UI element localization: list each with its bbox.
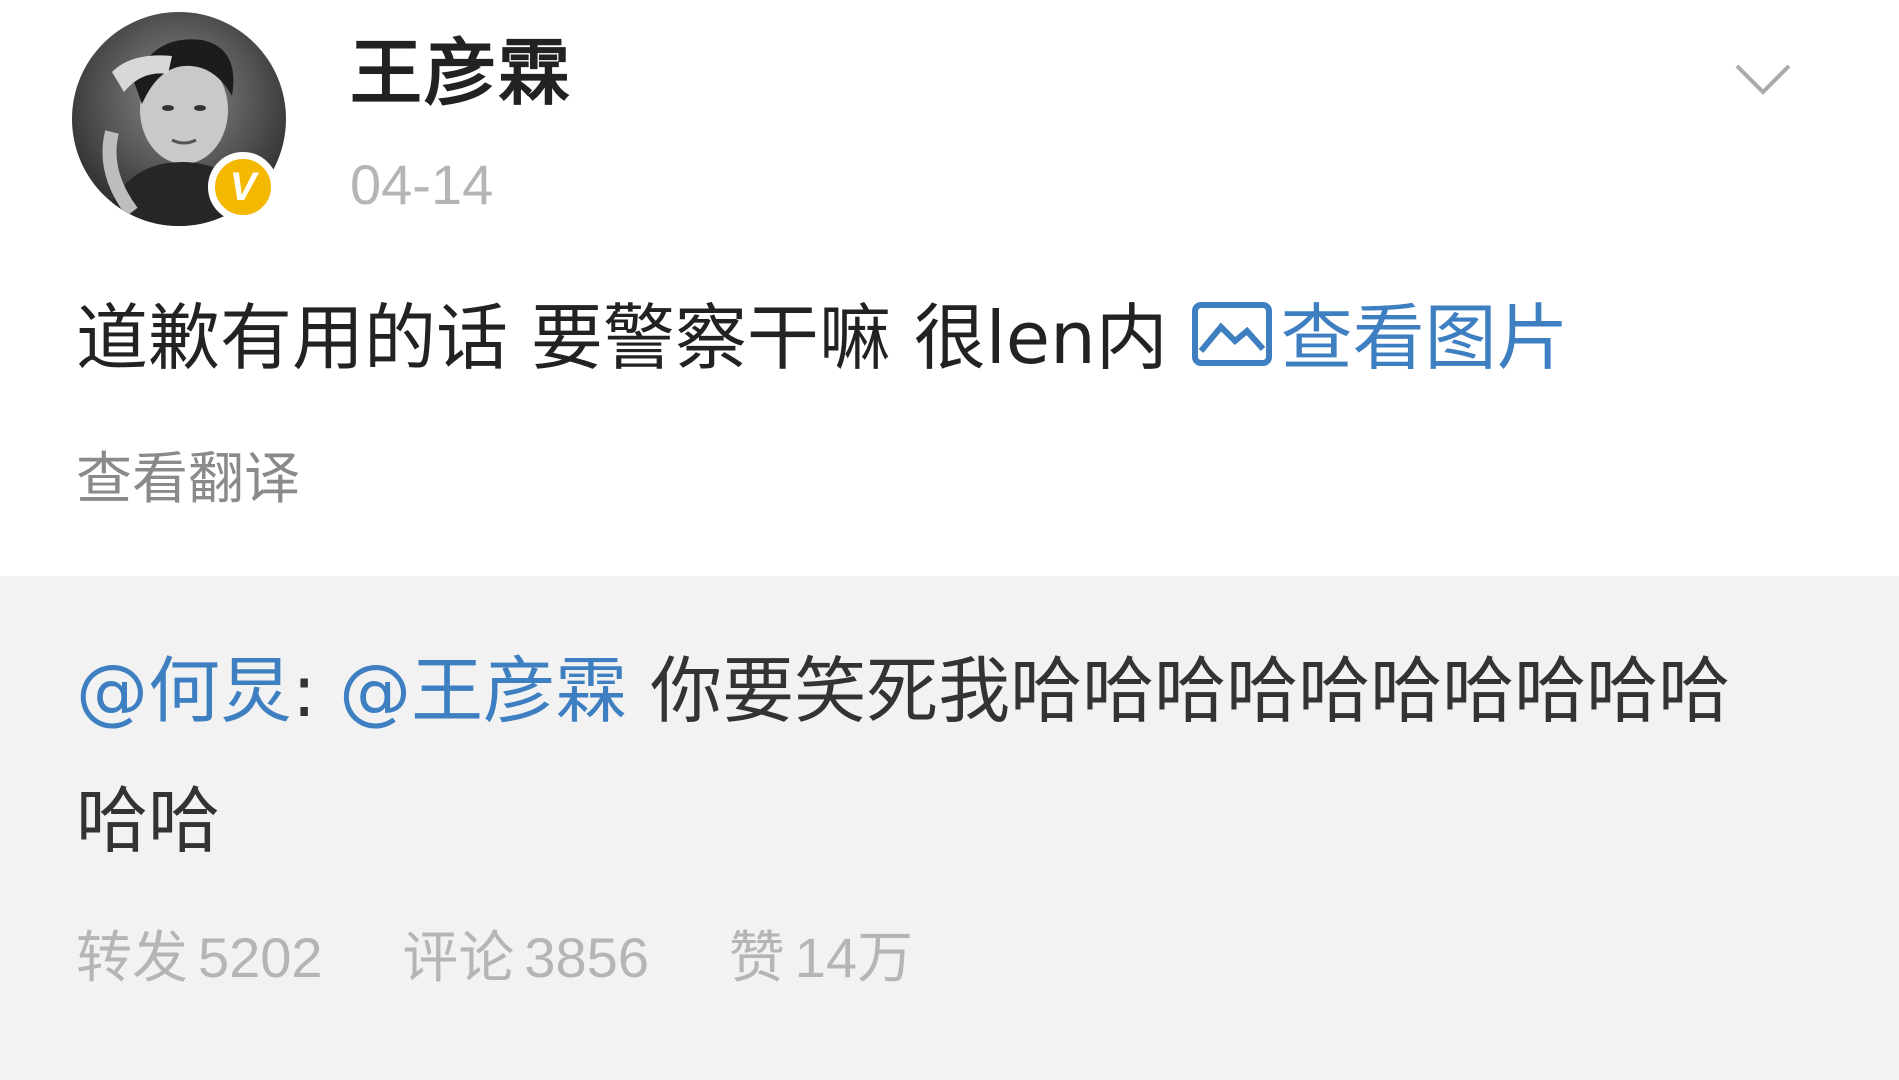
post-timestamp: 04-14 <box>350 153 494 216</box>
verified-badge-icon: V <box>208 152 278 222</box>
post-header: V 王彦霖 04-14 <box>0 0 1899 260</box>
author-avatar-wrapper[interactable]: V <box>72 12 286 226</box>
comment-label: 评论 <box>402 926 515 991</box>
image-icon <box>1191 296 1273 366</box>
post-text-line: 道歉有用的话 要警察干嘛 很len内 查看图片 <box>76 290 1836 386</box>
comment-count-button[interactable]: 评论 3856 <box>402 918 649 999</box>
reposted-content[interactable]: @何炅: @王彦霖 你要笑死我哈哈哈哈哈哈哈哈哈哈哈哈 转发 5202 评论 385… <box>0 576 1899 1080</box>
like-label: 赞 <box>728 926 785 991</box>
repost-label: 转发 <box>76 926 188 991</box>
chevron-down-icon[interactable] <box>1733 60 1793 100</box>
like-count-button[interactable]: 赞 14万 <box>729 918 913 999</box>
weibo-post-card: V 王彦霖 04-14 道歉有用的话 要警察干嘛 很len内 查看图片 查看翻译… <box>0 0 1899 1080</box>
mention-separator: : <box>292 649 317 733</box>
view-image-label: 查看图片 <box>1280 296 1569 380</box>
repost-text-block: @何炅: @王彦霖 你要笑死我哈哈哈哈哈哈哈哈哈哈哈哈 <box>76 626 1796 886</box>
mention-target-link[interactable]: @王彦霖 <box>339 649 627 733</box>
view-image-link[interactable]: 查看图片 <box>1191 296 1569 380</box>
repost-count-button[interactable]: 转发 5202 <box>76 918 323 999</box>
repost-text: 你要笑死我哈哈哈哈哈哈哈哈哈哈哈哈 <box>76 649 1731 863</box>
repost-stats: 转发 5202 评论 3856 赞 14万 <box>76 918 975 999</box>
post-text: 道歉有用的话 要警察干嘛 很len内 <box>76 296 1168 380</box>
comment-count: 3856 <box>524 926 649 989</box>
translate-link[interactable]: 查看翻译 <box>76 445 300 515</box>
author-name[interactable]: 王彦霖 <box>350 28 572 118</box>
like-count: 14万 <box>794 926 914 989</box>
mention-author-link[interactable]: @何炅 <box>76 649 292 733</box>
repost-count: 5202 <box>198 926 323 989</box>
